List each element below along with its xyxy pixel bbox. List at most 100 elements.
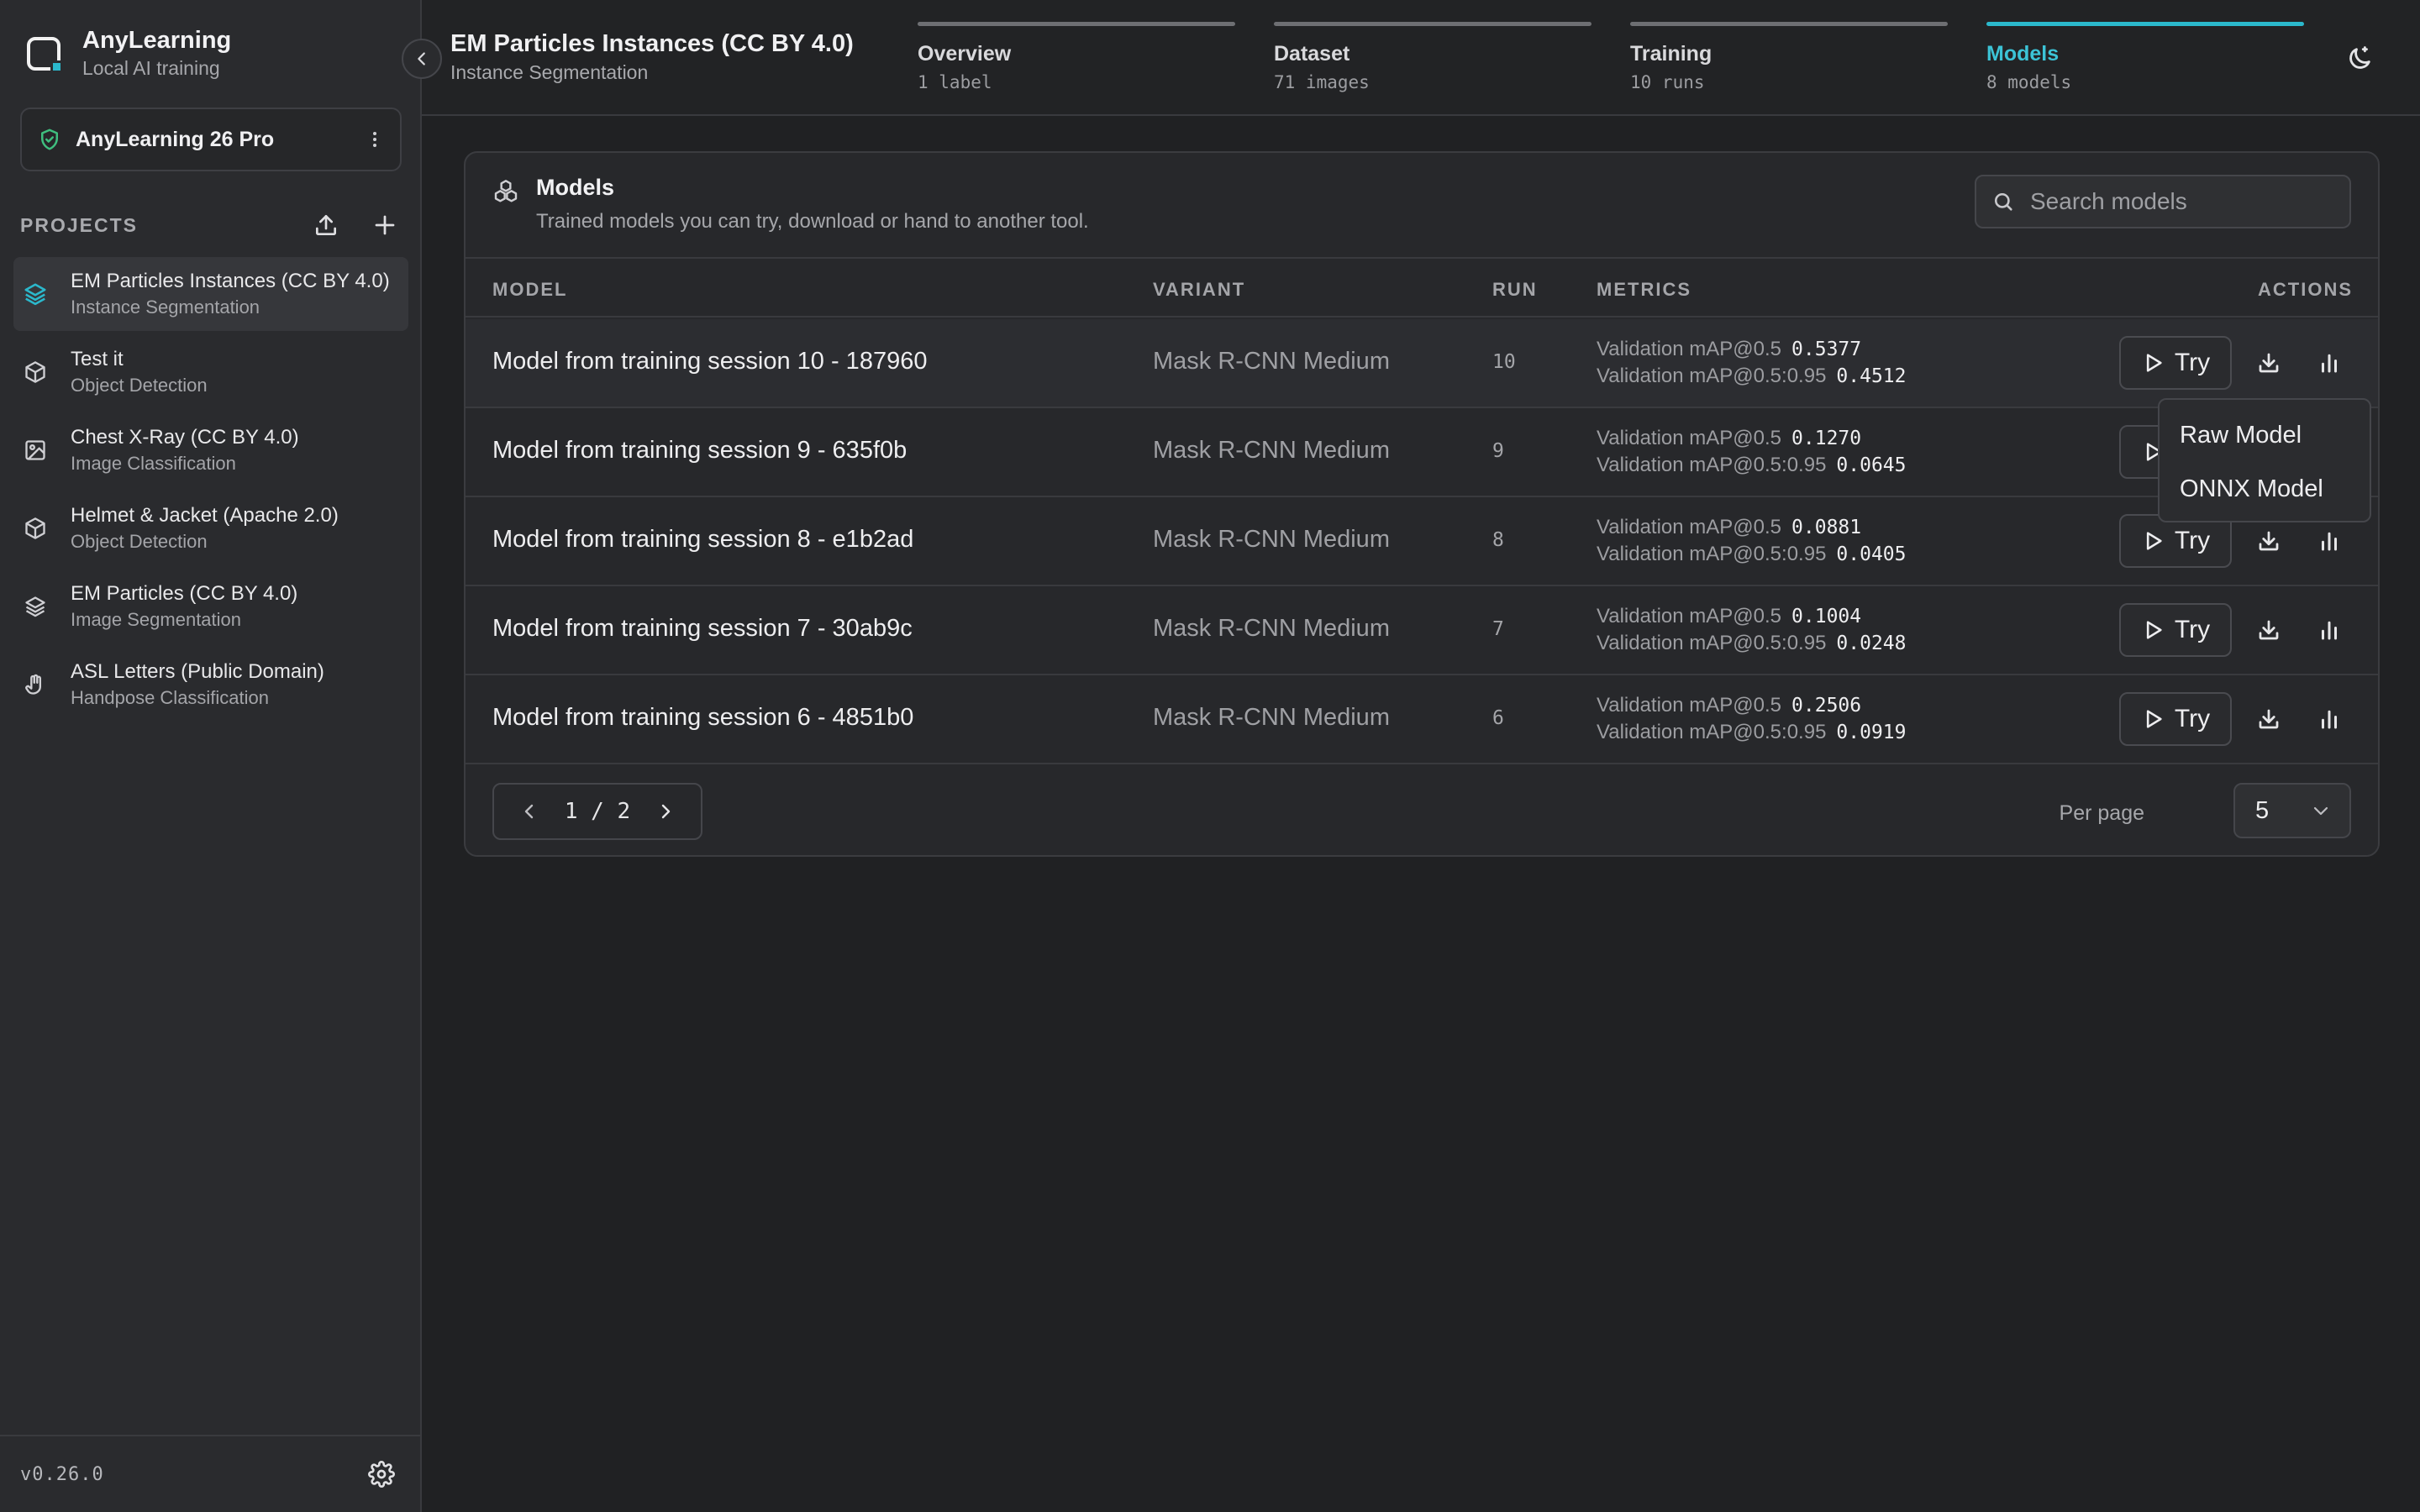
- theme-toggle-button[interactable]: [2343, 42, 2376, 76]
- app-logo-icon: [25, 34, 64, 73]
- metric-label: Validation mAP@0.5: [1597, 605, 1782, 627]
- layers-icon: [20, 591, 50, 622]
- download-button[interactable]: [2250, 701, 2287, 738]
- model-name: Model from training session 8 - e1b2ad: [492, 526, 914, 553]
- projects-header: PROJECTS: [20, 208, 402, 242]
- project-item-chest-xray[interactable]: Chest X-Ray (CC BY 4.0) Image Classifica…: [13, 413, 408, 487]
- try-label: Try: [2174, 705, 2211, 732]
- metrics-chart-button[interactable]: [2311, 522, 2348, 559]
- tab-models[interactable]: Models 8 models: [1986, 22, 2304, 96]
- upload-icon: [316, 214, 336, 235]
- download-button[interactable]: [2250, 344, 2287, 381]
- bar-chart-icon: [2322, 710, 2337, 729]
- try-model-button[interactable]: Try: [2119, 692, 2232, 746]
- model-metrics: Validation mAP@0.5 0.2506 Validation mAP@…: [1597, 692, 1907, 746]
- plan-selector[interactable]: AnyLearning 26 Pro: [20, 108, 402, 171]
- table-row[interactable]: Model from training session 8 - e1b2ad M…: [466, 497, 2378, 586]
- play-icon: [2146, 621, 2162, 639]
- model-metrics: Validation mAP@0.5 0.1004 Validation mAP@…: [1597, 603, 1907, 657]
- model-variant: Mask R-CNN Medium: [1153, 526, 1390, 553]
- metric-label: Validation mAP@0.5:0.95: [1597, 721, 1827, 743]
- metric-value: 0.0881: [1791, 517, 1862, 538]
- project-name: Helmet & Jacket (Apache 2.0): [71, 504, 339, 527]
- top-bar: EM Particles Instances (CC BY 4.0) Insta…: [422, 0, 2420, 116]
- column-header-run[interactable]: RUN: [1492, 279, 1538, 301]
- try-model-button[interactable]: Try: [2119, 603, 2232, 657]
- project-list: EM Particles Instances (CC BY 4.0) Insta…: [13, 257, 408, 726]
- metric-value: 0.2506: [1791, 695, 1862, 717]
- model-run: 10: [1492, 351, 1516, 373]
- table-row[interactable]: Model from training session 7 - 30ab9c M…: [466, 586, 2378, 675]
- column-header-metrics: METRICS: [1597, 279, 1691, 300]
- model-name: Model from training session 9 - 635f0b: [492, 437, 908, 464]
- search-input[interactable]: [2030, 188, 2333, 215]
- project-type: Object Detection: [71, 375, 208, 396]
- collapse-sidebar-button[interactable]: [402, 39, 442, 79]
- prev-page-button[interactable]: [519, 801, 539, 822]
- table-row[interactable]: Model from training session 6 - 4851b0 M…: [466, 675, 2378, 764]
- model-name: Model from training session 6 - 4851b0: [492, 704, 914, 731]
- card-title: Models: [536, 175, 615, 200]
- per-page-select[interactable]: 5: [2233, 783, 2351, 838]
- shield-check-icon: [37, 127, 62, 152]
- more-vertical-icon[interactable]: [365, 129, 385, 150]
- metrics-chart-button[interactable]: [2311, 612, 2348, 648]
- project-name: Chest X-Ray (CC BY 4.0): [71, 426, 299, 449]
- tab-training[interactable]: Training 10 runs: [1630, 22, 1948, 96]
- download-button[interactable]: [2250, 612, 2287, 648]
- model-name: Model from training session 7 - 30ab9c: [492, 615, 913, 642]
- project-item-test-it[interactable]: Test it Object Detection: [13, 335, 408, 409]
- metric-label: Validation mAP@0.5: [1597, 516, 1782, 538]
- column-header-variant[interactable]: VARIANT: [1153, 279, 1245, 301]
- metric-label: Validation mAP@0.5:0.95: [1597, 454, 1827, 476]
- next-page-button[interactable]: [655, 801, 676, 822]
- moon-sun-icon: [2349, 46, 2370, 69]
- metrics-chart-button[interactable]: [2311, 701, 2348, 738]
- menu-item-raw-model[interactable]: Raw Model: [2160, 408, 2370, 462]
- model-run: 8: [1492, 529, 1504, 551]
- project-type: Object Detection: [71, 531, 208, 552]
- table-row[interactable]: Model from training session 9 - 635f0b M…: [466, 408, 2378, 497]
- play-icon: [2146, 354, 2162, 372]
- add-project-button[interactable]: [368, 208, 402, 242]
- metric-value: 0.4512: [1836, 365, 1907, 387]
- metric-value: 0.1270: [1791, 428, 1862, 449]
- download-icon: [2259, 353, 2279, 373]
- project-item-asl-letters[interactable]: ASL Letters (Public Domain) Handpose Cla…: [13, 648, 408, 722]
- per-page-label: Per page: [2059, 801, 2144, 825]
- models-card: Models Trained models you can try, downl…: [464, 151, 2380, 857]
- menu-item-onnx-model[interactable]: ONNX Model: [2160, 462, 2370, 516]
- project-item-em-particles[interactable]: EM Particles (CC BY 4.0) Image Segmentat…: [13, 570, 408, 643]
- column-header-model[interactable]: MODEL: [492, 279, 567, 301]
- cube-icon: [20, 513, 50, 543]
- import-project-button[interactable]: [309, 208, 343, 242]
- app-version: v0.26.0: [20, 1463, 104, 1485]
- metrics-chart-button[interactable]: [2311, 344, 2348, 381]
- download-menu: Raw Model ONNX Model: [2158, 398, 2371, 522]
- download-button[interactable]: [2250, 522, 2287, 559]
- settings-button[interactable]: [368, 1461, 395, 1488]
- layers-icon: [20, 279, 50, 309]
- metric-value: 0.0645: [1836, 454, 1907, 476]
- tab-overview[interactable]: Overview 1 label: [918, 22, 1235, 96]
- project-header: EM Particles Instances (CC BY 4.0) Insta…: [450, 29, 854, 86]
- model-metrics: Validation mAP@0.5 0.1270 Validation mAP@…: [1597, 425, 1907, 479]
- metric-label: Validation mAP@0.5: [1597, 427, 1782, 449]
- download-icon: [2259, 709, 2279, 729]
- per-page-value: 5: [2255, 796, 2270, 824]
- brand: AnyLearning Local AI training: [25, 25, 231, 81]
- gear-icon: [368, 1461, 395, 1488]
- sidebar-footer: v0.26.0: [0, 1435, 420, 1512]
- table-row[interactable]: Model from training session 10 - 187960 …: [466, 319, 2378, 408]
- metric-label: Validation mAP@0.5:0.95: [1597, 543, 1827, 565]
- model-variant: Mask R-CNN Medium: [1153, 348, 1390, 375]
- tab-dataset[interactable]: Dataset 71 images: [1274, 22, 1591, 96]
- model-run: 9: [1492, 440, 1504, 462]
- project-item-em-particles-instances[interactable]: EM Particles Instances (CC BY 4.0) Insta…: [13, 257, 408, 331]
- search-box[interactable]: [1975, 175, 2351, 228]
- download-icon: [2259, 531, 2279, 551]
- try-model-button[interactable]: Try: [2119, 336, 2232, 390]
- chevron-left-icon: [524, 804, 534, 819]
- tab-meta: 10 runs: [1630, 72, 1705, 92]
- project-item-helmet-jacket[interactable]: Helmet & Jacket (Apache 2.0) Object Dete…: [13, 491, 408, 565]
